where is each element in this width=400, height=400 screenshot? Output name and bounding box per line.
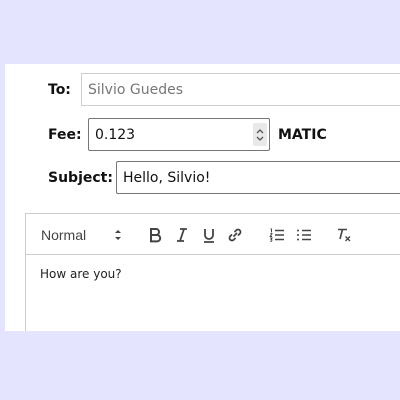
subject-input[interactable]: Hello, Silvio!	[116, 161, 400, 194]
fee-spinner[interactable]	[253, 123, 267, 146]
fee-input[interactable]: 0.123	[88, 118, 270, 151]
rich-text-editor: Normal How are you?	[25, 213, 400, 331]
italic-button[interactable]	[173, 225, 191, 245]
fee-value: 0.123	[95, 126, 136, 143]
editor-content[interactable]: How are you?	[26, 255, 400, 293]
font-select-label: Normal	[41, 227, 87, 243]
bullet-list-icon	[297, 229, 311, 241]
italic-icon	[177, 228, 187, 242]
to-field[interactable]: Silvio Guedes	[81, 73, 400, 106]
bullet-list-button[interactable]	[295, 225, 313, 245]
bold-icon	[150, 228, 162, 243]
font-size-select[interactable]: Normal	[41, 225, 123, 245]
fee-label: Fee:	[48, 127, 82, 143]
chevron-updown-icon	[115, 230, 121, 240]
ordered-list-button[interactable]	[268, 225, 286, 245]
subject-label: Subject:	[48, 170, 113, 186]
clear-format-icon	[338, 228, 351, 242]
ordered-list-icon	[269, 228, 284, 242]
bold-button[interactable]	[146, 225, 164, 245]
clear-format-button[interactable]	[335, 225, 353, 245]
subject-value: Hello, Silvio!	[123, 169, 211, 186]
spinner-arrows-icon	[256, 128, 264, 141]
link-icon	[228, 228, 242, 242]
fee-unit: MATIC	[278, 127, 327, 143]
underline-button[interactable]	[200, 225, 218, 245]
to-label: To:	[48, 82, 71, 98]
editor-body-text: How are you?	[40, 267, 122, 281]
compose-form: To: Silvio Guedes Fee: 0.123 MATIC Subje…	[5, 64, 400, 331]
to-placeholder: Silvio Guedes	[88, 81, 183, 98]
editor-toolbar: Normal	[26, 214, 400, 255]
underline-icon	[204, 229, 214, 243]
link-button[interactable]	[226, 225, 244, 245]
